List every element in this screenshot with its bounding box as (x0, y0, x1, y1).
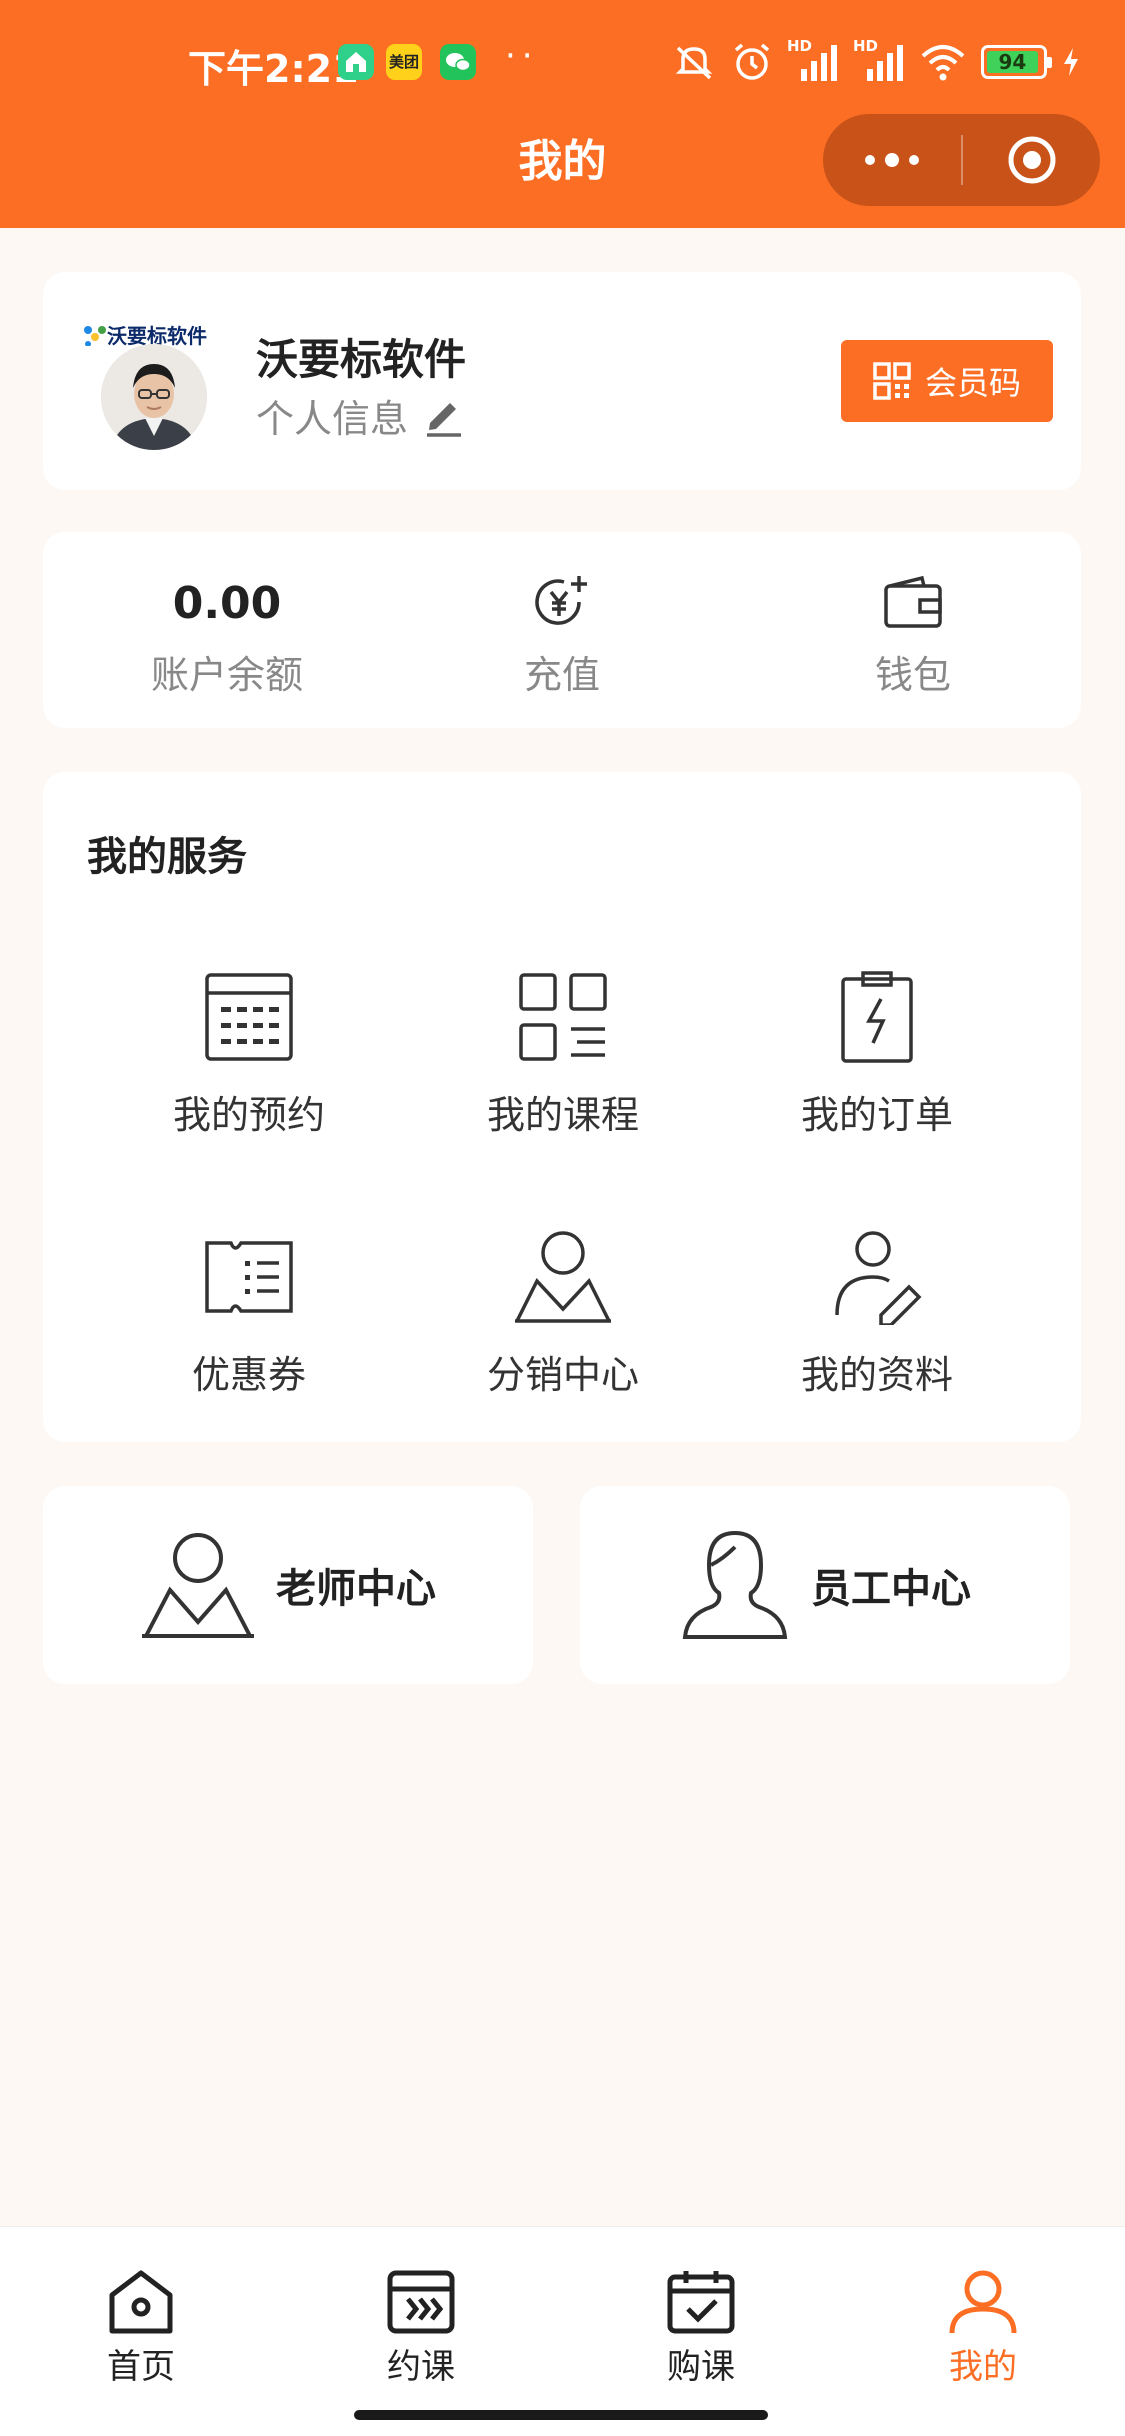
alarm-icon (734, 43, 770, 80)
home-app-icon (338, 44, 374, 80)
service-my-booking[interactable]: 我的预约 (99, 962, 399, 1142)
avatar-photo (101, 344, 207, 450)
profile-card[interactable]: 沃要标软件 沃要标软件 个人信息 会员码 (43, 272, 1081, 490)
recharge-yuan-icon (535, 576, 587, 625)
recharge-item[interactable]: 充值 (432, 532, 692, 728)
home-indicator (354, 2410, 768, 2420)
balance-value: 0.00 (172, 577, 282, 629)
close-target-icon (1008, 136, 1055, 184)
member-code-label: 会员码 (924, 364, 1021, 402)
clipboard-bolt-icon (841, 971, 913, 1063)
person-icon (515, 1231, 611, 1323)
edit-pencil-icon (427, 402, 462, 437)
member-code-button[interactable]: 会员码 (841, 340, 1053, 422)
service-my-orders[interactable]: 我的订单 (727, 962, 1027, 1142)
profile-name: 沃要标软件 (256, 335, 467, 384)
status-right: HD HD 94 (671, 37, 1081, 86)
teacher-icon (142, 1533, 254, 1638)
coupon-icon (205, 1241, 293, 1313)
signal-icon-1: HD (787, 37, 839, 83)
qr-code-icon (873, 362, 911, 400)
calendar-icon (205, 973, 293, 1061)
tab-label: 购课 (667, 2347, 735, 2387)
recharge-label: 充值 (523, 653, 600, 697)
user-icon (949, 2270, 1017, 2334)
tab-mine[interactable]: 我的 (883, 2269, 1083, 2389)
mute-icon (675, 46, 713, 80)
tab-home[interactable]: 首页 (41, 2269, 241, 2389)
wallet-item[interactable]: 钱包 (783, 532, 1043, 728)
calendar-check-icon (667, 2271, 735, 2334)
service-label: 我的课程 (486, 1093, 639, 1137)
teacher-center-card[interactable]: 老师中心 (43, 1486, 533, 1684)
services-card: 我的服务 我的预约 我的课程 我的订单 优惠券 分销中心 我的资料 (43, 772, 1081, 1442)
service-my-courses[interactable]: 我的课程 (413, 962, 713, 1142)
service-label: 我的预约 (172, 1093, 325, 1137)
avatar-logo-text: 沃要标软件 (83, 320, 213, 346)
service-label: 我的资料 (800, 1353, 953, 1397)
meituan-icon: 美团 (386, 44, 422, 80)
status-more-dots: ·· (505, 36, 539, 76)
grid-list-icon (519, 973, 607, 1061)
tab-buy-class[interactable]: 购课 (601, 2269, 801, 2389)
service-label: 分销中心 (486, 1353, 639, 1397)
staff-icon (682, 1530, 788, 1639)
service-label: 我的订单 (800, 1093, 953, 1137)
service-label: 优惠券 (191, 1353, 306, 1397)
book-class-icon (387, 2270, 455, 2334)
battery-level: 94 (987, 51, 1038, 73)
services-title: 我的服务 (87, 834, 247, 880)
tab-label: 我的 (949, 2347, 1017, 2387)
tab-label: 首页 (107, 2347, 175, 2387)
home-icon (109, 2270, 173, 2334)
charging-icon (1064, 48, 1078, 76)
avatar[interactable]: 沃要标软件 (83, 320, 213, 450)
wallet-icon (884, 575, 942, 628)
service-my-profile[interactable]: 我的资料 (727, 1222, 1027, 1402)
close-button[interactable] (963, 114, 1100, 206)
service-distribution-center[interactable]: 分销中心 (413, 1222, 713, 1402)
more-button[interactable] (823, 114, 961, 206)
status-bar: 下午2:21 美团 ·· HD HD 94 (0, 0, 1125, 130)
wallet-card: 0.00 账户余额 充值 钱包 (43, 532, 1081, 728)
signal-icon-2: HD (853, 37, 905, 83)
wechat-icon (440, 44, 476, 80)
status-time: 下午2:21 (188, 47, 359, 91)
wallet-label: 钱包 (874, 653, 951, 697)
more-icon (865, 153, 919, 167)
service-coupons[interactable]: 优惠券 (99, 1222, 399, 1402)
avatar-logo-label: 沃要标软件 (107, 324, 207, 346)
tab-book-class[interactable]: 约课 (321, 2269, 521, 2389)
logo-mark-icon (84, 326, 106, 346)
wifi-icon (921, 45, 965, 81)
battery-icon: 94 (981, 45, 1052, 79)
profile-info-link[interactable]: 个人信息 (256, 388, 464, 443)
profile-info-label: 个人信息 (256, 397, 409, 441)
teacher-center-label: 老师中心 (276, 1566, 436, 1612)
tab-label: 约课 (387, 2347, 455, 2387)
staff-center-card[interactable]: 员工中心 (580, 1486, 1070, 1684)
balance-label: 账户余额 (150, 653, 303, 697)
mini-program-capsule (823, 114, 1100, 206)
staff-center-label: 员工中心 (811, 1566, 971, 1612)
balance-item[interactable]: 0.00 账户余额 (97, 532, 357, 728)
tab-bar: 首页 约课 购课 我的 (0, 2226, 1125, 2436)
person-edit-icon (835, 1231, 922, 1325)
